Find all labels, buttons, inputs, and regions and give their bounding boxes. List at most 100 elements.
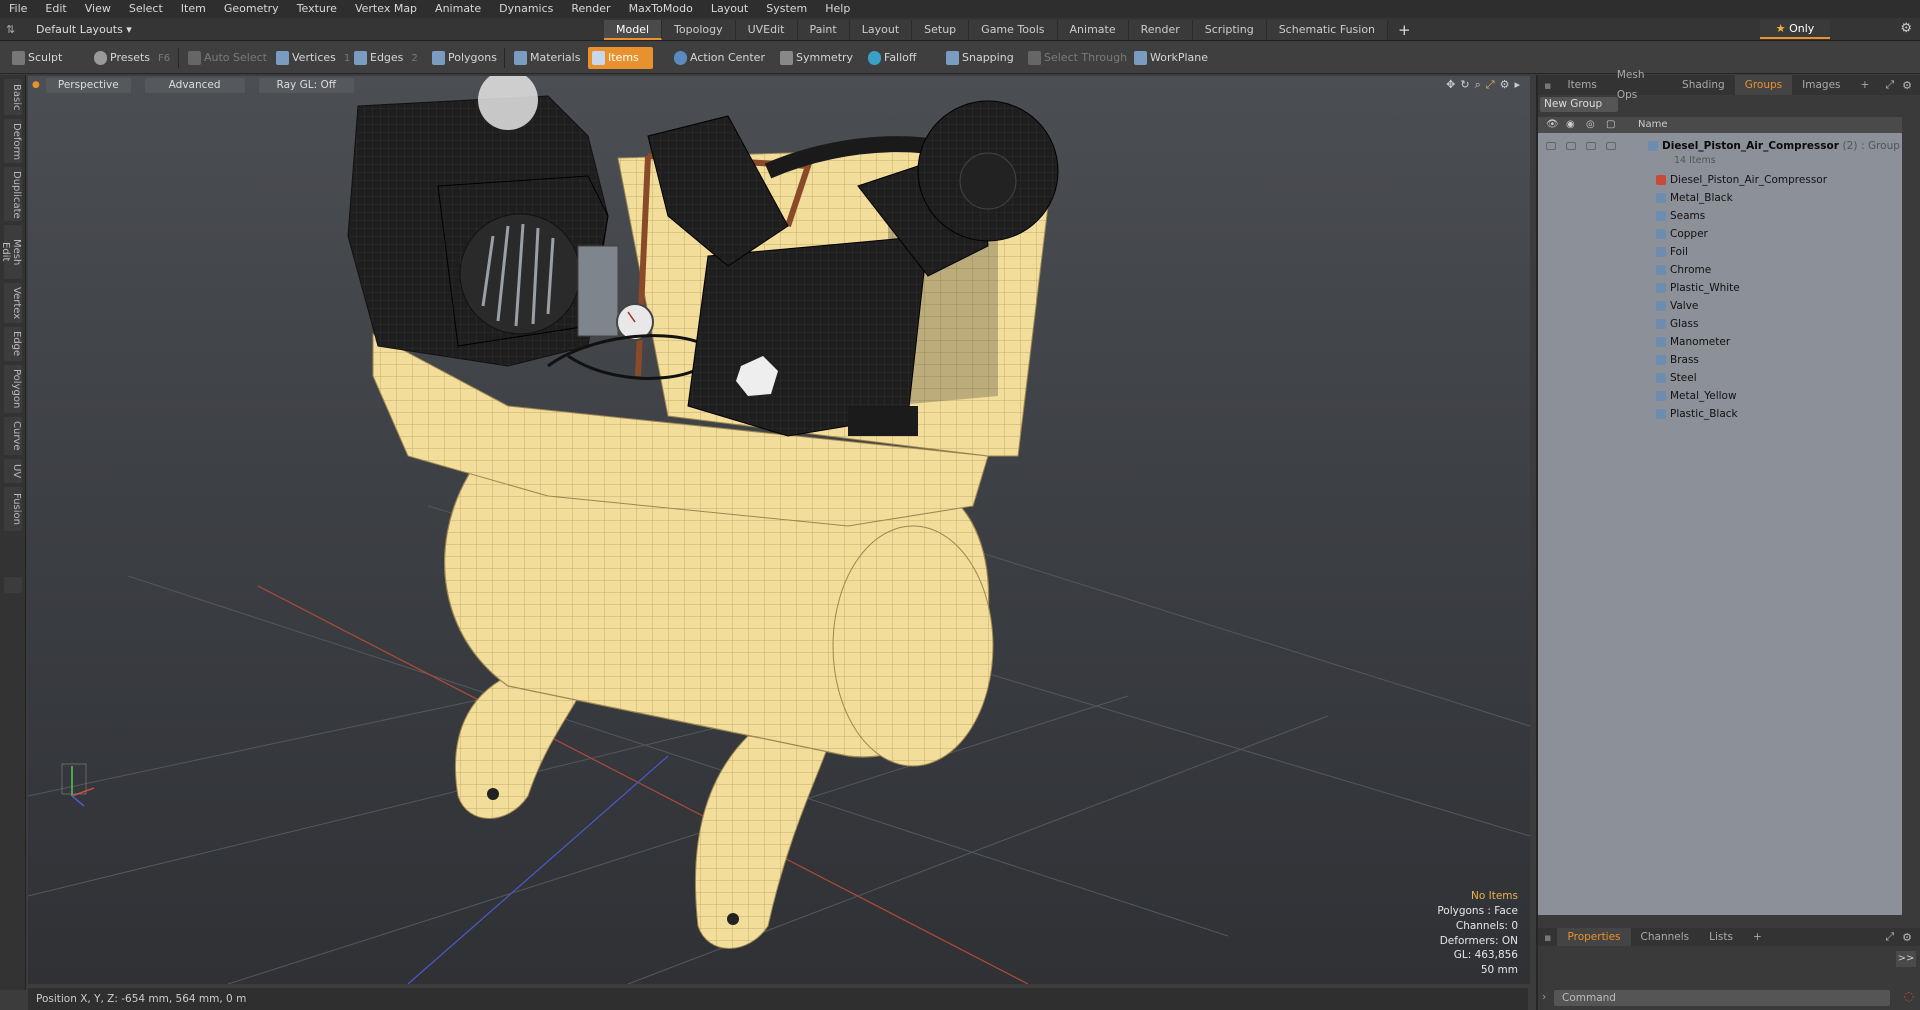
tab-properties[interactable]: Properties	[1557, 928, 1631, 946]
tab-images[interactable]: Images	[1792, 75, 1850, 95]
left-tab-curve[interactable]: Curve	[4, 417, 22, 455]
tab-uvedit[interactable]: UVEdit	[735, 20, 798, 40]
menu-texture[interactable]: Texture	[288, 0, 346, 18]
3d-viewport[interactable]: ● Perspective Advanced Ray GL: Off ✥ ↻ ⌕…	[28, 76, 1530, 984]
layout-dropdown[interactable]: ⇅ Default Layouts ▾	[6, 21, 132, 38]
tab-paint[interactable]: Paint	[797, 20, 850, 40]
add-tab-button[interactable]: +	[1388, 20, 1421, 40]
tab-game-tools[interactable]: Game Tools	[969, 20, 1058, 40]
select-toggle-icon[interactable]	[1606, 142, 1616, 150]
expand-button[interactable]: >>	[1896, 951, 1916, 967]
gear-icon[interactable]: ⚙	[1900, 21, 1912, 36]
menu-vertex-map[interactable]: Vertex Map	[346, 0, 426, 18]
tab-channels[interactable]: Channels	[1631, 928, 1700, 946]
action-center-button[interactable]: Action Center	[670, 47, 765, 69]
add-panel-tab-button[interactable]: +	[1851, 75, 1880, 95]
left-tab-duplicate[interactable]: Duplicate	[4, 167, 22, 221]
left-tab-deform[interactable]: Deform	[4, 119, 22, 163]
list-item[interactable]: Glass	[1538, 315, 1902, 333]
zoom-view-icon[interactable]: ⌕	[1475, 78, 1481, 92]
list-item[interactable]: Plastic_White	[1538, 279, 1902, 297]
raygl-dropdown[interactable]: Ray GL: Off	[258, 77, 354, 93]
tab-layout[interactable]: Layout	[849, 20, 913, 40]
select-through-button[interactable]: Select Through	[1024, 47, 1127, 69]
visibility-toggle-icon[interactable]	[1546, 142, 1556, 150]
list-item[interactable]: Copper	[1538, 225, 1902, 243]
panel-settings-icon[interactable]: ⚙	[1900, 931, 1920, 944]
tab-render[interactable]: Render	[1128, 20, 1193, 40]
edges-button[interactable]: Edges 2	[350, 47, 418, 69]
shading-dropdown[interactable]: Advanced	[144, 77, 245, 93]
new-group-button[interactable]: New Group	[1540, 97, 1618, 112]
menu-file[interactable]: File	[0, 0, 36, 18]
panel-maximize-icon[interactable]: ⤢	[1879, 930, 1900, 944]
rotate-view-icon[interactable]: ↻	[1460, 78, 1469, 92]
items-button[interactable]: Items	[588, 47, 653, 69]
lock-toggle-icon[interactable]	[1586, 142, 1596, 150]
panel-settings-icon[interactable]: ⚙	[1900, 79, 1920, 92]
add-panel-tab-button[interactable]: +	[1743, 928, 1772, 946]
falloff-button[interactable]: Falloff	[864, 47, 916, 69]
sculpt-button[interactable]: Sculpt	[8, 47, 62, 69]
tab-setup[interactable]: Setup	[912, 20, 970, 40]
list-item[interactable]: Metal_Black	[1538, 189, 1902, 207]
command-input[interactable]: Command	[1554, 990, 1890, 1006]
presets-button[interactable]: Presets F6	[90, 47, 170, 69]
menu-render[interactable]: Render	[562, 0, 619, 18]
list-item[interactable]: Steel	[1538, 369, 1902, 387]
materials-button[interactable]: Materials	[510, 47, 580, 69]
menu-select[interactable]: Select	[120, 0, 172, 18]
viewport-expand-icon[interactable]: ▸	[1514, 78, 1520, 92]
list-item[interactable]: Valve	[1538, 297, 1902, 315]
list-item[interactable]: Foil	[1538, 243, 1902, 261]
polygons-button[interactable]: Polygons	[428, 47, 497, 69]
left-tab-polygon[interactable]: Polygon	[4, 365, 22, 413]
menu-animate[interactable]: Animate	[426, 0, 490, 18]
left-tab-extra[interactable]	[4, 577, 22, 593]
move-view-icon[interactable]: ✥	[1446, 78, 1455, 92]
list-item[interactable]: Manometer	[1538, 333, 1902, 351]
list-item[interactable]: Brass	[1538, 351, 1902, 369]
tab-items[interactable]: Items	[1557, 75, 1606, 95]
menu-view[interactable]: View	[76, 0, 120, 18]
left-tab-edge[interactable]: Edge	[4, 327, 22, 361]
list-item[interactable]: Metal_Yellow	[1538, 387, 1902, 405]
tab-animate[interactable]: Animate	[1057, 20, 1129, 40]
viewport-settings-icon[interactable]: ⚙	[1500, 78, 1510, 92]
tab-scripting[interactable]: Scripting	[1192, 20, 1267, 40]
only-button[interactable]: ★ Only	[1760, 20, 1830, 39]
symmetry-button[interactable]: Symmetry	[776, 47, 853, 69]
tab-groups[interactable]: Groups	[1734, 75, 1793, 95]
list-item[interactable]: Seams	[1538, 207, 1902, 225]
auto-select-button[interactable]: Auto Select	[184, 47, 267, 69]
fit-view-icon[interactable]: ⤢	[1486, 78, 1495, 92]
view-type-dropdown[interactable]: Perspective	[45, 77, 131, 93]
menu-layout[interactable]: Layout	[702, 0, 757, 18]
left-tab-mesh-edit[interactable]: Mesh Edit	[0, 225, 22, 279]
panel-maximize-icon[interactable]: ⤢	[1879, 78, 1900, 92]
menu-maxtomodo[interactable]: MaxToModo	[620, 0, 702, 18]
record-icon[interactable]: ◌	[1904, 989, 1914, 1003]
render-toggle-icon[interactable]	[1566, 142, 1576, 150]
tab-model[interactable]: Model	[604, 20, 663, 40]
menu-item[interactable]: Item	[172, 0, 215, 18]
name-column-header[interactable]: Name	[1638, 117, 1668, 133]
left-tab-vertex[interactable]: Vertex	[4, 283, 22, 323]
left-tab-fusion[interactable]: Fusion	[4, 487, 22, 531]
tab-lists[interactable]: Lists	[1699, 928, 1743, 946]
list-item[interactable]: Diesel_Piston_Air_Compressor	[1538, 171, 1902, 189]
list-item[interactable]: Plastic_Black	[1538, 405, 1902, 423]
menu-edit[interactable]: Edit	[36, 0, 75, 18]
group-row[interactable]: Diesel_Piston_Air_Compressor (2) : Group…	[1538, 137, 1902, 167]
list-scrollbar[interactable]	[1904, 133, 1920, 915]
tab-shading[interactable]: Shading	[1672, 75, 1735, 95]
tab-topology[interactable]: Topology	[662, 20, 736, 40]
menu-system[interactable]: System	[757, 0, 816, 18]
tab-schematic-fusion[interactable]: Schematic Fusion	[1266, 20, 1389, 40]
vertices-button[interactable]: Vertices 1	[272, 47, 350, 69]
workplane-button[interactable]: WorkPlane	[1130, 47, 1208, 69]
snapping-button[interactable]: Snapping	[942, 47, 1014, 69]
list-item[interactable]: Chrome	[1538, 261, 1902, 279]
left-tab-basic[interactable]: Basic	[4, 79, 22, 115]
menu-help[interactable]: Help	[816, 0, 859, 18]
